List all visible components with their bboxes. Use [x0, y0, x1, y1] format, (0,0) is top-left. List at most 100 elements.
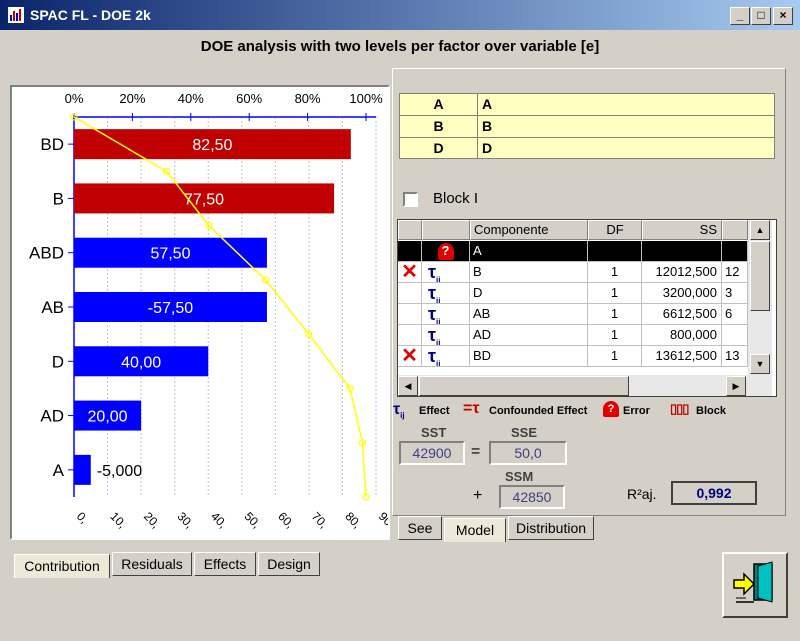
grid-header-componente[interactable]: Componente	[470, 220, 588, 240]
factor-code: A	[400, 94, 478, 115]
grid-header-extra	[722, 220, 748, 240]
tab-effects[interactable]: Effects	[194, 552, 256, 576]
row-componente: BD	[470, 346, 588, 367]
scroll-right-button[interactable]: ▶	[726, 376, 746, 396]
row-ss	[642, 241, 722, 262]
row-icon: τij	[422, 262, 470, 283]
row-df: 1	[588, 325, 642, 346]
row-extra	[722, 241, 748, 262]
factor-row[interactable]: A A	[400, 94, 774, 116]
factor-code: D	[400, 138, 478, 159]
factor-name: D	[482, 140, 493, 156]
bottom-tick-label: 70,	[309, 509, 331, 531]
window-title: SPAC FL - DOE 2k	[30, 7, 151, 23]
table-row[interactable]: ✕ τij B 1 12012,500 12	[398, 262, 748, 283]
scroll-down-button[interactable]: ▼	[750, 354, 770, 374]
close-button[interactable]: ×	[773, 7, 793, 25]
grid-header-df[interactable]: DF	[588, 220, 642, 240]
contribution-chart-panel: 0% 20% 40% 60% 80% 100% 0, 10, 20, 30, 40, 50, 60, 70…	[10, 85, 395, 540]
confounded-legend-label: Confounded Effect	[489, 405, 588, 417]
sst-label: SST	[421, 425, 447, 440]
category-label: AB	[41, 298, 64, 317]
plus-sign: +	[473, 487, 483, 504]
row-mark: ✕	[398, 346, 422, 367]
bottom-tick-label: 90	[376, 509, 388, 529]
table-row[interactable]: τij D 1 3200,000 3	[398, 283, 748, 304]
factor-name: A	[482, 96, 493, 112]
exit-button[interactable]	[722, 552, 788, 618]
row-df: 1	[588, 346, 642, 367]
ssm-label: SSM	[505, 469, 534, 484]
bar-value-label: 57,50	[150, 246, 190, 263]
bottom-tick-label: 0,	[74, 509, 91, 526]
r2-value: 0,992	[671, 481, 757, 505]
error-legend-label: Error	[623, 405, 650, 417]
hscroll-thumb[interactable]	[419, 376, 629, 396]
error-icon: ?	[437, 243, 454, 260]
factor-name: B	[482, 118, 493, 134]
scroll-left-button[interactable]: ◀	[398, 376, 418, 396]
category-label: ABD	[29, 244, 64, 263]
factor-table: A A B B D D	[399, 93, 775, 159]
exit-door-icon	[733, 561, 773, 603]
block-legend-icon: ▯▯▯	[670, 401, 689, 416]
row-mark	[398, 241, 422, 262]
bottom-tick-label: 30,	[175, 509, 197, 531]
scroll-up-button[interactable]: ▲	[750, 220, 770, 240]
row-ss: 3200,000	[642, 283, 722, 304]
excluded-x-icon[interactable]: ✕	[398, 346, 421, 366]
row-df	[588, 241, 642, 262]
tab-residuals[interactable]: Residuals	[112, 552, 192, 576]
page-title: DOE analysis with two levels per factor …	[200, 38, 600, 55]
row-icon: τij	[422, 283, 470, 304]
main-window: SPAC FL - DOE 2k _ □ × DOE analysis with…	[0, 0, 800, 641]
error-legend-icon: ?	[603, 401, 619, 417]
tab-model[interactable]: Model	[444, 518, 506, 542]
row-ss: 6612,500	[642, 304, 722, 325]
row-extra: 12	[722, 262, 748, 283]
table-row[interactable]: ? A	[398, 241, 748, 262]
row-extra: 3	[722, 283, 748, 304]
horizontal-scrollbar[interactable]: ◀ ▶	[398, 375, 772, 396]
factor-row[interactable]: D D	[400, 138, 774, 160]
confounded-legend-icon: =τ	[463, 400, 480, 417]
table-row[interactable]: τij AD 1 800,000	[398, 325, 748, 346]
tab-see[interactable]: See	[398, 516, 442, 540]
table-row[interactable]: ✕ τij BD 1 13612,500 13	[398, 346, 748, 367]
tab-distribution[interactable]: Distribution	[508, 516, 594, 540]
effect-tau-icon: τij	[428, 304, 441, 325]
row-df: 1	[588, 304, 642, 325]
vertical-scrollbar[interactable]: ▲ ▼	[748, 220, 772, 375]
effect-legend-label: Effect	[419, 405, 450, 417]
row-ss: 12012,500	[642, 262, 722, 283]
category-label: B	[53, 189, 64, 208]
minimize-button[interactable]: _	[730, 7, 750, 25]
row-mark	[398, 304, 422, 325]
row-extra	[722, 325, 748, 346]
grid-header-ss[interactable]: SS	[642, 220, 722, 240]
bottom-tick-label: 10,	[107, 509, 129, 531]
sse-label: SSE	[511, 425, 538, 440]
row-ss: 800,000	[642, 325, 722, 346]
row-componente: A	[470, 241, 588, 262]
maximize-button[interactable]: □	[751, 7, 771, 25]
table-row[interactable]: τij AB 1 6612,500 6	[398, 304, 748, 325]
factor-row[interactable]: B B	[400, 116, 774, 138]
bar-value-label: 40,00	[121, 354, 161, 371]
tab-design[interactable]: Design	[258, 552, 320, 576]
row-mark	[398, 283, 422, 304]
excluded-x-icon[interactable]: ✕	[398, 262, 421, 282]
tab-contribution[interactable]: Contribution	[14, 554, 110, 578]
legend: τij Effect =τ Confounded Effect ? Error …	[393, 400, 787, 421]
row-mark	[398, 325, 422, 346]
top-tick-label: 0%	[65, 91, 84, 106]
row-extra: 13	[722, 346, 748, 367]
block-checkbox[interactable]	[403, 192, 418, 207]
model-panel: A A B B D D Block I Componente DF SS ? A ✕…	[392, 68, 786, 516]
row-componente: B	[470, 262, 588, 283]
app-chart-icon	[8, 7, 24, 23]
scroll-thumb[interactable]	[750, 241, 770, 311]
row-componente: D	[470, 283, 588, 304]
effect-tau-icon: τij	[428, 283, 441, 304]
factor-code: B	[400, 116, 478, 137]
